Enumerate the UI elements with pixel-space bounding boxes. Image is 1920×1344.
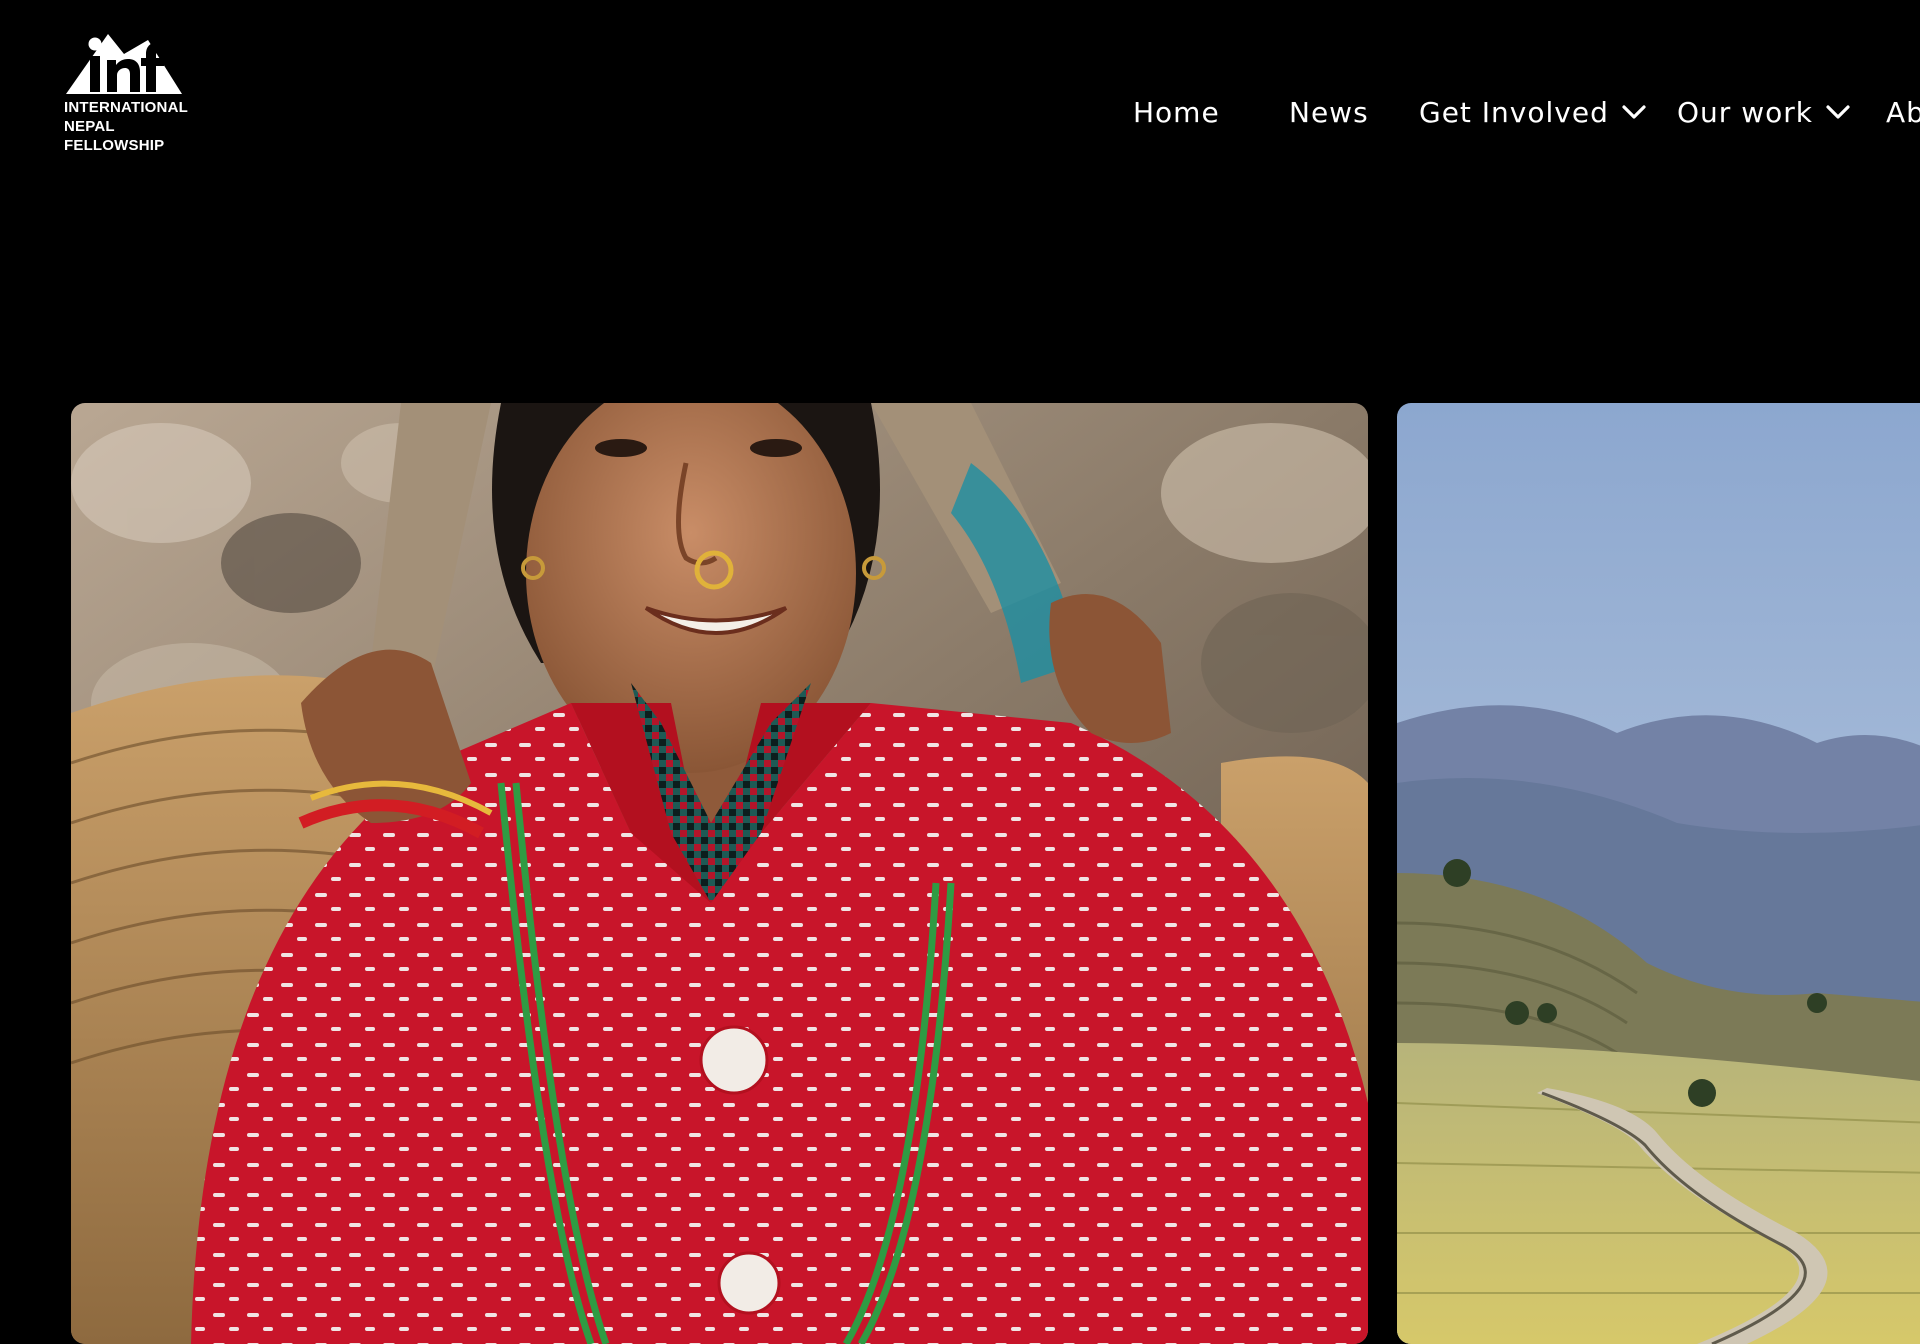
nav-news[interactable]: News bbox=[1289, 90, 1369, 134]
featured-image-card[interactable] bbox=[71, 403, 1368, 1344]
chevron-down-icon[interactable] bbox=[1825, 103, 1851, 121]
mountain-valley-terraces-photo bbox=[1397, 403, 1920, 1344]
nav-our-work[interactable]: Our work bbox=[1677, 90, 1851, 134]
nav-get-involved[interactable]: Get Involved bbox=[1419, 90, 1647, 134]
nav-home[interactable]: Home bbox=[1133, 90, 1220, 134]
nav-get-involved-label: Get Involved bbox=[1419, 95, 1609, 129]
secondary-image-card[interactable] bbox=[1397, 403, 1920, 1344]
nav-our-work-label: Our work bbox=[1677, 95, 1813, 129]
inf-mountain-logo-icon bbox=[66, 34, 182, 94]
nav-about[interactable]: Ab bbox=[1886, 90, 1920, 134]
nav-about-label: Ab bbox=[1886, 95, 1920, 129]
main-nav: Home News Get Involved Our work Ab bbox=[0, 90, 1920, 134]
logo-line-3: FELLOWSHIP bbox=[64, 137, 165, 154]
site-header: INTERNATIONAL NEPAL FELLOWSHIP Home News… bbox=[0, 0, 1920, 180]
chevron-down-icon[interactable] bbox=[1621, 103, 1647, 121]
woman-with-basket-photo bbox=[71, 403, 1368, 1344]
nav-news-label: News bbox=[1289, 95, 1369, 129]
nav-home-label: Home bbox=[1133, 95, 1220, 129]
